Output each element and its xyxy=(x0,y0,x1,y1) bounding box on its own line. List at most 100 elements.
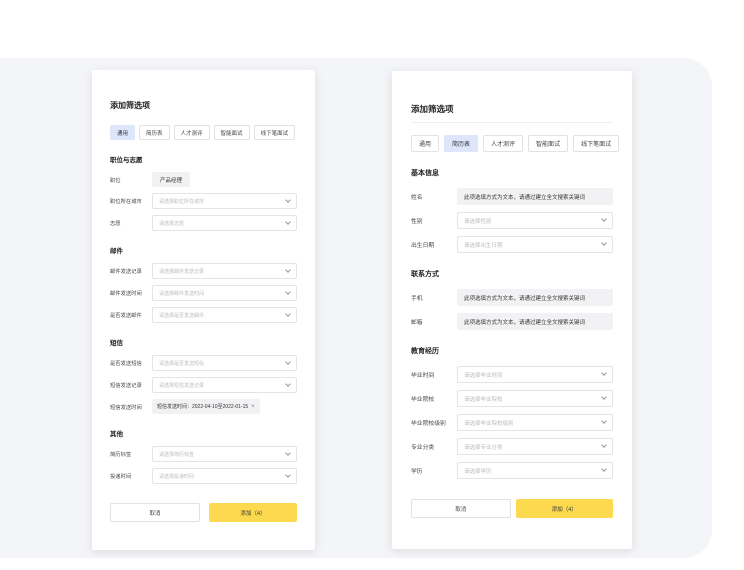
cancel-button[interactable]: 取消 xyxy=(110,503,200,522)
chevron-down-icon xyxy=(285,471,291,478)
filter-label: 职位 xyxy=(110,177,121,184)
filter-row-gender: 性别 请选择性别 xyxy=(411,212,613,229)
tab-offline-exam[interactable]: 线下笔面试 xyxy=(573,135,620,152)
section-other: 其他 xyxy=(110,431,123,438)
chevron-down-icon xyxy=(601,418,607,424)
chevron-down-icon xyxy=(601,442,607,448)
phone-text-input[interactable]: 此项选填方式为文本，请通过建立全文搜索关键词 xyxy=(457,289,613,306)
filter-label: 毕业时间 xyxy=(411,373,435,379)
grad-school-select[interactable]: 请选择毕业院校 xyxy=(457,390,613,407)
sms-sent-select[interactable]: 请选择是否发送短信 xyxy=(152,355,297,371)
chevron-down-icon xyxy=(285,288,291,295)
tab-general[interactable]: 通用 xyxy=(110,125,136,140)
chevron-down-icon xyxy=(285,380,291,387)
filter-label: 出生日期 xyxy=(411,243,435,249)
tab-assessment[interactable]: 人才测评 xyxy=(483,135,524,152)
name-text-input[interactable]: 此项选填方式为文本，请通过建立全文搜索关键词 xyxy=(457,188,613,205)
add-button[interactable]: 添加（4） xyxy=(515,499,613,518)
filter-row-grad-school: 毕业院校 请选择毕业院校 xyxy=(411,390,613,407)
mail-sent-select[interactable]: 请选择是否发送邮件 xyxy=(152,307,297,323)
sms-time-tag[interactable]: 短信发送时间：2022-04-10至2022-01-15 × xyxy=(152,399,260,414)
section-education: 教育经历 xyxy=(411,348,439,355)
filter-row-mail-time: 邮件发送时间 请选择邮件发送时间 xyxy=(110,285,297,301)
cancel-button[interactable]: 取消 xyxy=(411,499,511,518)
mail-time-select[interactable]: 请选择邮件发送时间 xyxy=(152,285,297,301)
section-basic-info: 基本信息 xyxy=(411,170,439,177)
chevron-down-icon xyxy=(601,216,607,222)
tab-assessment[interactable]: 人才测评 xyxy=(173,125,210,140)
email-text-input[interactable]: 此项选填方式为文本，请通过建立全文搜索关键词 xyxy=(457,313,613,330)
grad-time-select[interactable]: 请选择毕业时间 xyxy=(457,366,613,383)
city-select[interactable]: 请选择职位所在城市 xyxy=(152,193,297,209)
section-mail: 邮件 xyxy=(110,248,123,255)
chevron-down-icon xyxy=(285,218,291,225)
filter-label: 性别 xyxy=(411,219,423,225)
mail-record-select[interactable]: 请选择邮件发送记录 xyxy=(152,263,297,279)
tab-bar: 通用 简历表 人才测评 智能面试 线下笔面试 xyxy=(110,125,297,140)
filter-label: 邮箱 xyxy=(411,320,423,326)
resume-tag-select[interactable]: 请选择简历标签 xyxy=(152,446,297,462)
gender-select[interactable]: 请选择性别 xyxy=(457,212,613,229)
filter-row-city: 职位所在城市 请选择职位所在城市 xyxy=(110,193,297,209)
filter-row-wish: 志愿 请选择志愿 xyxy=(110,215,297,231)
filter-row-email: 邮箱 此项选填方式为文本，请通过建立全文搜索关键词 xyxy=(411,313,613,330)
filter-row-degree: 学历 请选择学历 xyxy=(411,462,613,479)
school-level-select[interactable]: 请选择毕业院校级别 xyxy=(457,414,613,431)
tab-ai-interview[interactable]: 智能面试 xyxy=(528,135,569,152)
sms-record-select[interactable]: 请选择短信发送记录 xyxy=(152,377,297,393)
submit-time-select[interactable]: 请选择投递时间 xyxy=(152,468,297,484)
chevron-down-icon xyxy=(285,449,291,456)
chevron-down-icon xyxy=(285,358,291,365)
tab-resume[interactable]: 简历表 xyxy=(444,135,479,152)
filter-row-birth: 出生日期 请选择出生日期 xyxy=(411,236,613,253)
section-contact: 联系方式 xyxy=(411,271,439,278)
filter-label: 学历 xyxy=(411,469,423,475)
filter-row-position: 职位 产品经理 xyxy=(110,172,297,187)
filter-label: 专业分类 xyxy=(411,445,435,451)
dialog-title: 添加筛选项 xyxy=(110,101,150,110)
filter-label: 是否发送短信 xyxy=(110,361,142,367)
filter-label: 姓名 xyxy=(411,195,423,201)
filter-dialog-right: 添加筛选项 通用 简历表 人才测评 智能面试 线下笔面试 基本信息 姓名 此项选… xyxy=(392,71,632,549)
filter-label: 手机 xyxy=(411,296,423,302)
wish-select[interactable]: 请选择志愿 xyxy=(152,215,297,231)
filter-label: 邮件发送记录 xyxy=(110,269,142,275)
filter-row-resume-tag: 简历标签 请选择简历标签 xyxy=(110,446,297,462)
filter-label: 毕业院校 xyxy=(411,397,435,403)
section-sms: 短信 xyxy=(110,340,123,347)
chevron-down-icon xyxy=(601,466,607,472)
chevron-down-icon xyxy=(285,266,291,273)
filter-label: 毕业院校级别 xyxy=(411,421,446,427)
close-icon[interactable]: × xyxy=(251,404,255,410)
filter-label: 是否发送邮件 xyxy=(110,313,142,319)
tab-bar: 通用 简历表 人才测评 智能面试 线下笔面试 xyxy=(411,135,620,152)
birth-select[interactable]: 请选择出生日期 xyxy=(457,236,613,253)
dialog-actions: 取消 添加（4） xyxy=(411,499,613,518)
chevron-down-icon xyxy=(285,310,291,317)
tab-resume[interactable]: 简历表 xyxy=(139,125,170,140)
filter-row-sms-time: 短信发送时间 短信发送时间：2022-04-10至2022-01-15 × xyxy=(110,399,297,414)
filter-row-mail-sent: 是否发送邮件 请选择是否发送邮件 xyxy=(110,307,297,323)
filter-row-mail-record: 邮件发送记录 请选择邮件发送记录 xyxy=(110,263,297,279)
chevron-down-icon xyxy=(285,196,291,203)
position-tag[interactable]: 产品经理 xyxy=(152,172,191,187)
filter-label: 短信发送时间 xyxy=(110,404,142,411)
filter-label: 简历标签 xyxy=(110,452,132,458)
filter-row-phone: 手机 此项选填方式为文本，请通过建立全文搜索关键词 xyxy=(411,289,613,306)
tab-general[interactable]: 通用 xyxy=(411,135,440,152)
filter-row-school-level: 毕业院校级别 请选择毕业院校级别 xyxy=(411,414,613,431)
filter-label: 短信发送记录 xyxy=(110,383,142,389)
degree-select[interactable]: 请选择学历 xyxy=(457,462,613,479)
filter-row-sms-record: 短信发送记录 请选择短信发送记录 xyxy=(110,377,297,393)
filter-label: 投递时间 xyxy=(110,474,132,480)
add-button[interactable]: 添加（4） xyxy=(209,503,297,522)
filter-row-submit-time: 投递时间 请选择投递时间 xyxy=(110,468,297,484)
filter-label: 志愿 xyxy=(110,221,121,227)
filter-row-name: 姓名 此项选填方式为文本，请通过建立全文搜索关键词 xyxy=(411,188,613,205)
major-select[interactable]: 请选择专业分类 xyxy=(457,438,613,455)
section-position: 职位与志愿 xyxy=(110,157,143,164)
filter-label: 邮件发送时间 xyxy=(110,291,142,297)
tab-offline-exam[interactable]: 线下笔面试 xyxy=(253,125,296,140)
chevron-down-icon xyxy=(601,394,607,400)
tab-ai-interview[interactable]: 智能面试 xyxy=(213,125,250,140)
